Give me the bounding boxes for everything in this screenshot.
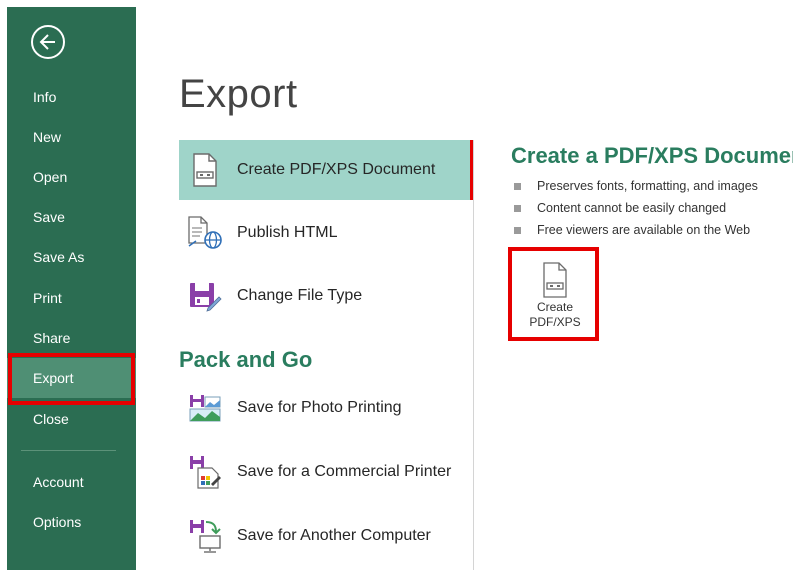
sidebar-item-open[interactable]: Open (7, 157, 136, 197)
detail-title: Create a PDF/XPS Document (511, 143, 793, 168)
publish-html-icon (185, 213, 225, 253)
option-save-another-computer[interactable]: Save for Another Computer (179, 506, 470, 566)
sidebar-item-account[interactable]: Account (7, 462, 136, 502)
back-button[interactable] (31, 25, 65, 59)
page-title: Export (179, 72, 298, 116)
sidebar-item-close[interactable]: Close (7, 399, 136, 439)
bullet-square-icon (514, 182, 521, 190)
bullet-item: Content cannot be easily changed (514, 197, 758, 219)
option-change-file-type[interactable]: Change File Type (179, 266, 470, 326)
bullet-square-icon (514, 226, 521, 234)
option-label: Save for a Commercial Printer (237, 463, 452, 480)
option-label: Publish HTML (237, 224, 338, 241)
sidebar-item-options[interactable]: Options (7, 502, 136, 542)
sidebar-item-print[interactable]: Print (7, 278, 136, 318)
change-file-type-icon (185, 276, 225, 316)
create-pdf-xps-button-label: Create PDF/XPS (529, 300, 581, 329)
sidebar-item-info[interactable]: Info (7, 77, 136, 117)
sidebar-item-save[interactable]: Save (7, 197, 136, 237)
bullet-item: Preserves fonts, formatting, and images (514, 175, 758, 197)
photo-printing-icon (185, 388, 225, 428)
backstage-sidebar: Info New Open Save Save As Print Share E… (7, 7, 136, 570)
commercial-printer-icon (185, 452, 225, 492)
option-publish-html[interactable]: Publish HTML (179, 203, 470, 263)
detail-bullets: Preserves fonts, formatting, and images … (514, 175, 758, 241)
option-create-pdf-xps[interactable]: Create PDF/XPS Document (179, 140, 470, 200)
option-label: Save for Photo Printing (237, 399, 402, 416)
sidebar-divider (21, 450, 116, 451)
bullet-item: Free viewers are available on the Web (514, 219, 758, 241)
export-options-list: Create PDF/XPS Document Publish HTML Cha… (179, 140, 474, 570)
option-label: Change File Type (237, 287, 363, 304)
back-arrow-icon (39, 34, 55, 50)
column-divider (473, 140, 474, 570)
sidebar-item-share[interactable]: Share (7, 318, 136, 358)
option-label: Save for Another Computer (237, 527, 431, 544)
option-label: Create PDF/XPS Document (237, 161, 436, 178)
option-save-photo-printing[interactable]: Save for Photo Printing (179, 378, 470, 438)
pdf-document-icon (543, 262, 567, 298)
pack-and-go-heading: Pack and Go (179, 347, 313, 372)
create-pdf-xps-button[interactable]: Create PDF/XPS (515, 252, 595, 335)
sidebar-item-export[interactable]: Export (7, 358, 136, 398)
sidebar-item-save-as[interactable]: Save As (7, 237, 136, 277)
sidebar-item-new[interactable]: New (7, 117, 136, 157)
another-computer-icon (185, 516, 225, 556)
option-save-commercial-printer[interactable]: Save for a Commercial Printer (179, 442, 470, 502)
bullet-square-icon (514, 204, 521, 212)
pdf-document-icon (185, 150, 225, 190)
